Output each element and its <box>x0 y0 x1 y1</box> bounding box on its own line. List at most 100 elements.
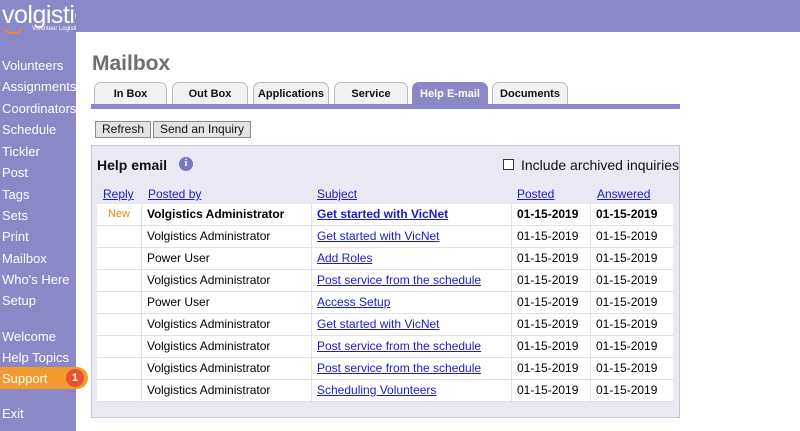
reply-status <box>97 336 141 357</box>
posted-by-cell: Volgistics Administrator <box>147 207 285 221</box>
table-row[interactable]: Volgistics Administrator Get started wit… <box>97 314 673 336</box>
subject-link[interactable]: Get started with VicNet <box>317 226 440 247</box>
table-row[interactable]: Volgistics Administrator Post service fr… <box>97 358 673 380</box>
posted-by-cell: Volgistics Administrator <box>147 339 271 353</box>
sidebar-item-assignments[interactable]: Assignments <box>2 79 76 94</box>
subject-link[interactable]: Add Roles <box>317 248 372 269</box>
reply-status <box>97 358 141 379</box>
column-separator <box>590 292 591 314</box>
answered-date-cell: 01-15-2019 <box>596 295 658 309</box>
subject-link[interactable]: Post service from the schedule <box>317 336 481 357</box>
sidebar-item-volunteers[interactable]: Volunteers <box>2 58 63 73</box>
answered-date-cell: 01-15-2019 <box>596 361 658 375</box>
answered-date-cell: 01-15-2019 <box>596 251 658 265</box>
posted-by-cell: Power User <box>147 251 210 265</box>
table-row[interactable]: Volgistics Administrator Scheduling Volu… <box>97 380 673 402</box>
sidebar: volgistics® Volunteer Logistics Voluntee… <box>0 0 104 431</box>
posted-by-cell: Volgistics Administrator <box>147 383 271 397</box>
reply-status <box>97 270 141 291</box>
posted-date-cell: 01-15-2019 <box>517 361 579 375</box>
tab-documents[interactable]: Documents <box>492 82 568 104</box>
posted-date-cell: 01-15-2019 <box>517 317 579 331</box>
subject-link[interactable]: Scheduling Volunteers <box>317 380 436 401</box>
reply-status <box>97 380 141 401</box>
support-notification-badge: 1 <box>66 369 84 387</box>
sidebar-item-help-topics[interactable]: Help Topics <box>2 350 69 365</box>
column-separator <box>511 226 512 248</box>
column-header-posted[interactable]: Posted <box>517 187 554 201</box>
column-separator <box>311 336 312 358</box>
subject-link[interactable]: Get started with VicNet <box>317 314 440 335</box>
table-row[interactable]: Volgistics Administrator Post service fr… <box>97 336 673 358</box>
column-separator <box>511 204 512 226</box>
sidebar-item-exit[interactable]: Exit <box>2 406 24 421</box>
column-separator <box>590 270 591 292</box>
send-inquiry-button[interactable]: Send an Inquiry <box>153 121 252 138</box>
column-separator <box>511 270 512 292</box>
column-header-subject[interactable]: Subject <box>317 187 357 201</box>
column-separator <box>141 336 142 358</box>
answered-date-cell: 01-15-2019 <box>596 383 658 397</box>
tab-in-box[interactable]: In Box <box>94 82 167 104</box>
column-separator <box>311 292 312 314</box>
tab-applications[interactable]: Applications <box>253 82 329 104</box>
sidebar-item-tickler[interactable]: Tickler <box>2 144 40 159</box>
posted-by-cell: Volgistics Administrator <box>147 229 271 243</box>
answered-date-cell: 01-15-2019 <box>596 339 658 353</box>
column-separator <box>141 270 142 292</box>
posted-date-cell: 01-15-2019 <box>517 229 579 243</box>
include-archived-checkbox[interactable] <box>503 159 514 170</box>
column-separator <box>590 358 591 380</box>
sidebar-item-tags[interactable]: Tags <box>2 187 29 202</box>
reply-status <box>97 226 141 247</box>
column-header-reply[interactable]: Reply <box>103 187 134 201</box>
sidebar-item-coordinators[interactable]: Coordinators <box>2 101 76 116</box>
sidebar-item-whos-here[interactable]: Who's Here <box>2 272 70 287</box>
posted-by-cell: Volgistics Administrator <box>147 361 271 375</box>
tab-out-box[interactable]: Out Box <box>172 82 248 104</box>
posted-by-cell: Volgistics Administrator <box>147 317 271 331</box>
tab-underline <box>91 104 680 109</box>
sidebar-item-support[interactable]: Support <box>2 371 48 386</box>
table-row[interactable]: Power User Add Roles 01-15-2019 01-15-20… <box>97 248 673 270</box>
answered-date-cell: 01-15-2019 <box>596 207 658 221</box>
subject-link[interactable]: Get started with VicNet <box>317 204 448 225</box>
sidebar-item-welcome[interactable]: Welcome <box>2 329 56 344</box>
table-row[interactable]: New Volgistics Administrator Get started… <box>97 204 673 226</box>
column-header-posted-by[interactable]: Posted by <box>148 187 201 201</box>
sidebar-item-setup[interactable]: Setup <box>2 293 36 308</box>
table-row[interactable]: Power User Access Setup 01-15-2019 01-15… <box>97 292 673 314</box>
tab-help-email[interactable]: Help E-mail <box>412 82 488 104</box>
table-row[interactable]: Volgistics Administrator Post service fr… <box>97 270 673 292</box>
subject-link[interactable]: Post service from the schedule <box>317 358 481 379</box>
posted-date-cell: 01-15-2019 <box>517 339 579 353</box>
sidebar-item-mailbox[interactable]: Mailbox <box>2 251 47 266</box>
column-separator <box>511 292 512 314</box>
refresh-button[interactable]: Refresh <box>95 121 152 138</box>
answered-date-cell: 01-15-2019 <box>596 229 658 243</box>
column-separator <box>590 226 591 248</box>
info-icon[interactable]: i <box>179 157 193 171</box>
include-archived-label[interactable]: Include archived inquiries <box>521 157 679 173</box>
subject-link[interactable]: Access Setup <box>317 292 390 313</box>
sidebar-item-print[interactable]: Print <box>2 229 29 244</box>
answered-date-cell: 01-15-2019 <box>596 317 658 331</box>
subject-link[interactable]: Post service from the schedule <box>317 270 481 291</box>
sidebar-item-post[interactable]: Post <box>2 165 28 180</box>
posted-date-cell: 01-15-2019 <box>517 295 579 309</box>
column-separator <box>141 226 142 248</box>
brand-tagline: Volunteer Logistics <box>32 26 83 32</box>
reply-status <box>97 292 141 313</box>
column-separator <box>311 226 312 248</box>
sidebar-item-sets[interactable]: Sets <box>2 208 28 223</box>
posted-date-cell: 01-15-2019 <box>517 207 579 221</box>
column-separator <box>590 380 591 402</box>
posted-date-cell: 01-15-2019 <box>517 383 579 397</box>
table-row[interactable]: Volgistics Administrator Get started wit… <box>97 226 673 248</box>
column-separator <box>511 314 512 336</box>
column-separator <box>311 358 312 380</box>
posted-date-cell: 01-15-2019 <box>517 251 579 265</box>
sidebar-item-schedule[interactable]: Schedule <box>2 122 56 137</box>
column-header-answered[interactable]: Answered <box>597 187 650 201</box>
tab-service[interactable]: Service <box>334 82 408 104</box>
